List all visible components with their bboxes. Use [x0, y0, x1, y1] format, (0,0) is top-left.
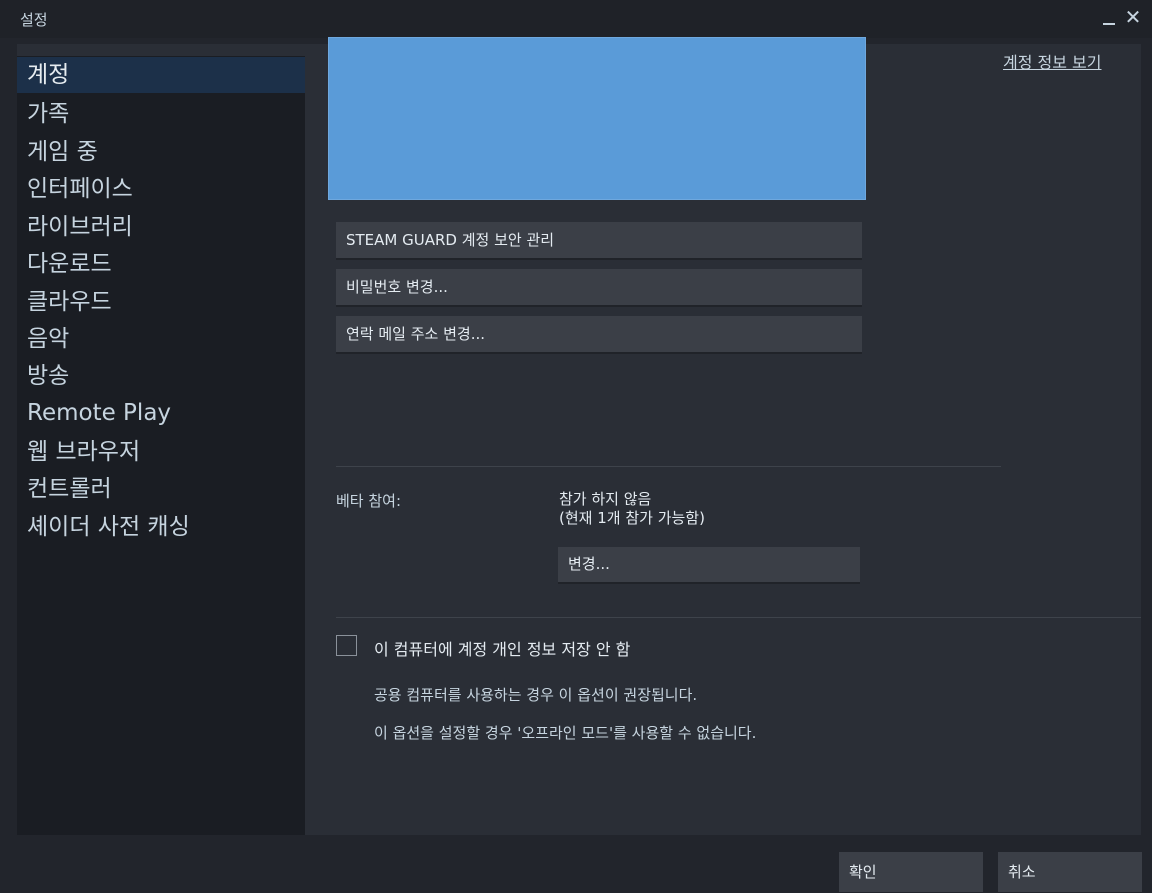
account-settings-panel: 계정 정보 보기 STEAM GUARD 계정 보안 관리 비밀번호 변경...…	[305, 37, 1141, 835]
sidebar-item-broadcast[interactable]: 방송	[17, 358, 305, 394]
sidebar-item-family[interactable]: 가족	[17, 96, 305, 132]
sidebar-item-interface[interactable]: 인터페이스	[17, 171, 305, 207]
sidebar-item-music[interactable]: 음악	[17, 321, 305, 357]
sidebar-item-library[interactable]: 라이브러리	[17, 209, 305, 245]
settings-sidebar: 계정 가족 게임 중 인터페이스 라이브러리 다운로드 클라우드 음악 방송 R…	[17, 44, 305, 835]
change-email-button[interactable]: 연락 메일 주소 변경...	[336, 316, 862, 352]
close-icon: ✕	[1124, 5, 1142, 29]
beta-status-line: 참가 하지 않음	[559, 490, 652, 508]
sidebar-item-downloads[interactable]: 다운로드	[17, 246, 305, 282]
minimize-icon	[1103, 23, 1115, 25]
close-button[interactable]: ✕	[1122, 6, 1144, 28]
sidebar-item-web-browser[interactable]: 웹 브라우저	[17, 434, 305, 470]
ok-button[interactable]: 확인	[839, 852, 983, 892]
sidebar-item-cloud[interactable]: 클라우드	[17, 284, 305, 320]
sidebar-item-shader-precaching[interactable]: 셰이더 사전 캐싱	[17, 509, 305, 545]
cancel-button[interactable]: 취소	[998, 852, 1142, 892]
beta-participation-label: 베타 참여:	[336, 492, 402, 510]
window-title: 설정	[20, 11, 48, 29]
steam-guard-button[interactable]: STEAM GUARD 계정 보안 관리	[336, 222, 862, 258]
sidebar-item-account[interactable]: 계정	[17, 57, 305, 93]
title-bar[interactable]: 설정 ✕	[0, 0, 1152, 38]
sidebar-item-controller[interactable]: 컨트롤러	[17, 471, 305, 507]
sidebar-item-in-game[interactable]: 게임 중	[17, 134, 305, 170]
view-account-info-link[interactable]: 계정 정보 보기	[1003, 49, 1102, 73]
minimize-button[interactable]	[1098, 6, 1120, 28]
dont-save-credentials-label[interactable]: 이 컴퓨터에 계정 개인 정보 저장 안 함	[374, 636, 630, 660]
settings-window: 설정 ✕ 계정 가족 게임 중 인터페이스 라이브러리 다운로드 클라우드 음악…	[0, 0, 1152, 893]
section-divider	[336, 466, 1001, 467]
offline-mode-note: 이 옵션을 설정할 경우 '오프라인 모드'를 사용할 수 없습니다.	[374, 724, 757, 742]
sidebar-item-remote-play[interactable]: Remote Play	[17, 395, 305, 431]
account-banner-image	[328, 37, 866, 200]
beta-availability-line: (현재 1개 참가 가능함)	[559, 509, 705, 527]
change-password-button[interactable]: 비밀번호 변경...	[336, 269, 862, 305]
public-computer-note: 공용 컴퓨터를 사용하는 경우 이 옵션이 권장됩니다.	[374, 686, 698, 704]
section-divider	[336, 617, 1141, 618]
dont-save-credentials-checkbox[interactable]	[336, 635, 357, 656]
beta-status: 참가 하지 않음 (현재 1개 참가 가능함)	[559, 490, 705, 528]
beta-change-button[interactable]: 변경...	[558, 547, 860, 582]
